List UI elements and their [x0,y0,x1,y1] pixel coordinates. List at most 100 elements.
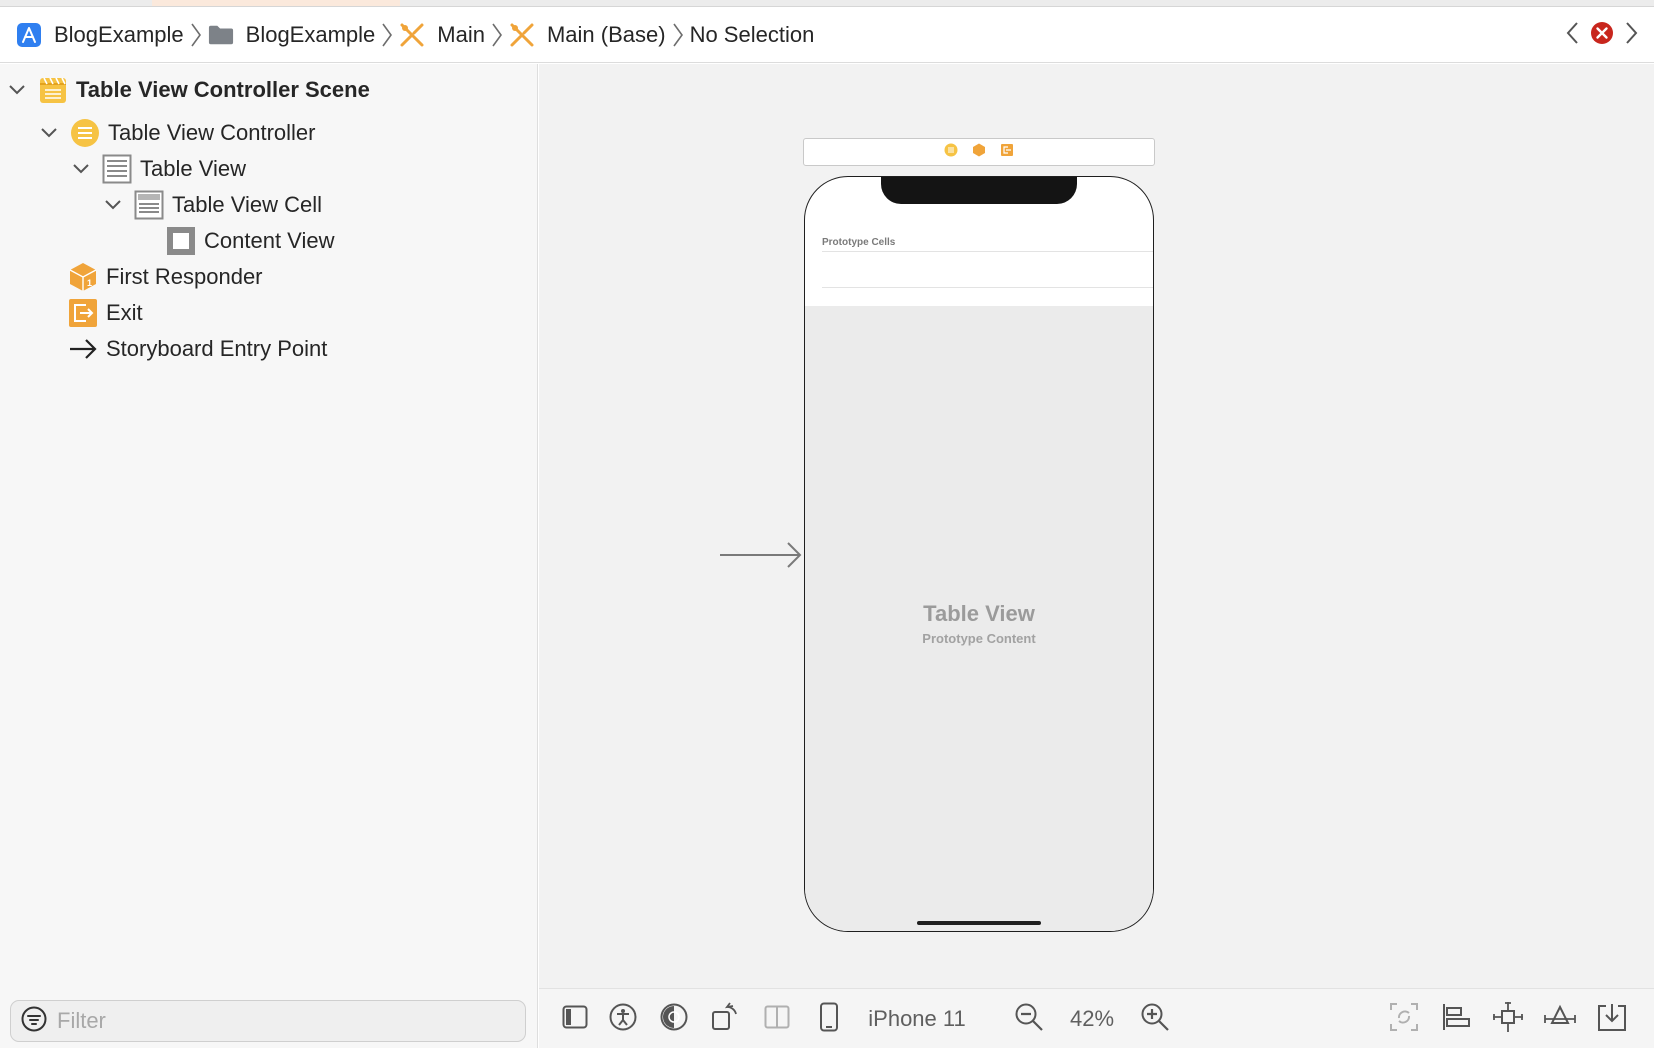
breadcrumb-storyboard-base[interactable]: Main (Base) [509,7,666,63]
jump-bar-navigation [1564,7,1640,63]
resolve-issues-button[interactable] [1542,989,1578,1048]
outline-item-label: Table View Controller [108,120,316,145]
accessibility-icon [609,1003,637,1036]
prototype-cells-label: Prototype Cells [822,237,896,248]
arrow-right-icon [68,334,98,364]
update-frames-button[interactable] [1386,989,1422,1048]
svg-text:1: 1 [87,278,92,288]
appearance-icon [660,1003,688,1036]
breadcrumb-storyboard[interactable]: Main [399,7,485,63]
breadcrumb-project-label: BlogExample [54,21,184,47]
device-notch [881,177,1077,204]
embed-in-icon [1597,1002,1627,1037]
device-button[interactable] [811,989,847,1048]
home-indicator [917,921,1041,925]
zoom-level[interactable]: 42% [1063,989,1121,1048]
chevron-down-icon[interactable] [102,194,124,216]
iphone-scene-frame[interactable]: Prototype Cells Table View Prototype Con… [804,176,1154,932]
chevron-right-icon [381,22,393,48]
folder-icon [208,22,234,48]
scene-icon [38,75,68,105]
breadcrumb-folder-label: BlogExample [245,21,376,47]
table-view-icon [102,154,132,184]
resolve-auto-layout-icon [1544,1003,1576,1036]
outline-item-label: Exit [106,300,143,325]
table-view-placeholder[interactable]: Table View Prototype Content [805,306,1153,931]
rotate-icon [710,1001,740,1037]
refresh-frames-icon [1389,1002,1419,1037]
breadcrumb-folder[interactable]: BlogExample [208,7,376,63]
exit-dock-icon[interactable] [1000,143,1014,162]
sidebar-icon [562,1004,588,1035]
outline-item-label: Table View Cell [172,192,323,217]
outline-item-content-view[interactable]: Content View [166,224,334,258]
exit-icon [68,298,98,328]
outline-item-label: Content View [204,228,335,253]
outline-filter[interactable] [10,1000,526,1042]
scene-dock[interactable] [803,138,1155,166]
breadcrumb-storyboard-label: Main [437,21,485,47]
zoom-in-button[interactable] [1137,989,1173,1048]
outline-item-label: Table View [140,156,246,181]
prototype-cell-separator [822,251,1153,252]
outline-item-label: First Responder [106,264,263,289]
split-view-icon [764,1004,790,1035]
outline-item-scene[interactable]: Table View Controller Scene [6,73,370,107]
pin-constraints-icon [1492,1001,1524,1038]
chevron-right-icon[interactable] [1624,20,1640,51]
entry-point-arrow-icon[interactable] [720,540,804,575]
table-view-title: Table View [923,601,1035,626]
breadcrumb-project[interactable]: BlogExample [16,7,184,63]
storyboard-icon [399,22,425,48]
table-view-subtitle: Prototype Content [922,631,1036,646]
breadcrumb-selection[interactable]: No Selection [690,7,815,63]
outline-item-table-view-controller[interactable]: Table View Controller [38,116,315,150]
outline-item-storyboard-entry-point[interactable]: Storyboard Entry Point [68,332,327,366]
table-view-controller-icon [70,118,100,148]
content-view-icon [166,226,196,256]
xcode-project-icon [16,22,42,48]
storyboard-icon [509,22,535,48]
outline-item-exit[interactable]: Exit [68,296,143,330]
align-icon [1441,1002,1471,1037]
zoom-out-button[interactable] [1011,989,1047,1048]
breadcrumb-selection-label: No Selection [689,21,815,47]
chevron-down-icon[interactable] [70,158,92,180]
outline-item-first-responder[interactable]: 1 First Responder [68,260,263,294]
outline-item-table-view[interactable]: Table View [70,152,246,186]
canvas-toolbar: iPhone 11 42% [539,988,1654,1048]
iphone-icon [819,1002,839,1037]
layout-button[interactable] [759,989,795,1048]
zoom-in-icon [1140,1002,1170,1037]
document-outline: Table View Controller Scene Table View C… [0,64,538,1048]
table-view-cell-icon [134,190,164,220]
accessibility-button[interactable] [605,989,641,1048]
breadcrumb-storyboard-base-label: Main (Base) [546,21,666,47]
orientation-button[interactable] [707,989,743,1048]
outline-item-label: Storyboard Entry Point [106,336,328,361]
zoom-out-icon [1014,1002,1044,1037]
chevron-right-icon [190,22,202,48]
chevron-right-icon [672,22,684,48]
chevron-down-icon[interactable] [6,79,28,101]
error-icon[interactable] [1590,21,1614,50]
first-responder-icon: 1 [68,262,98,292]
prototype-cell-separator [822,287,1153,288]
chevron-down-icon[interactable] [38,122,60,144]
first-responder-dock-icon[interactable] [972,143,986,162]
filter-input[interactable] [57,1008,487,1034]
chevron-left-icon[interactable] [1564,20,1580,51]
outline-item-label: Table View Controller Scene [76,77,370,102]
view-controller-dock-icon[interactable] [944,143,958,162]
align-button[interactable] [1438,989,1474,1048]
filter-icon [21,1006,47,1037]
device-selector[interactable]: iPhone 11 [861,989,973,1048]
chevron-right-icon [491,22,503,48]
appearance-button[interactable] [656,989,692,1048]
add-constraints-button[interactable] [1490,989,1526,1048]
embed-in-button[interactable] [1594,989,1630,1048]
active-tab-indicator [152,0,400,6]
toggle-outline-button[interactable] [557,989,593,1048]
jump-bar: BlogExample BlogExample Main Main (Base)… [0,7,1654,63]
outline-item-table-view-cell[interactable]: Table View Cell [102,188,322,222]
